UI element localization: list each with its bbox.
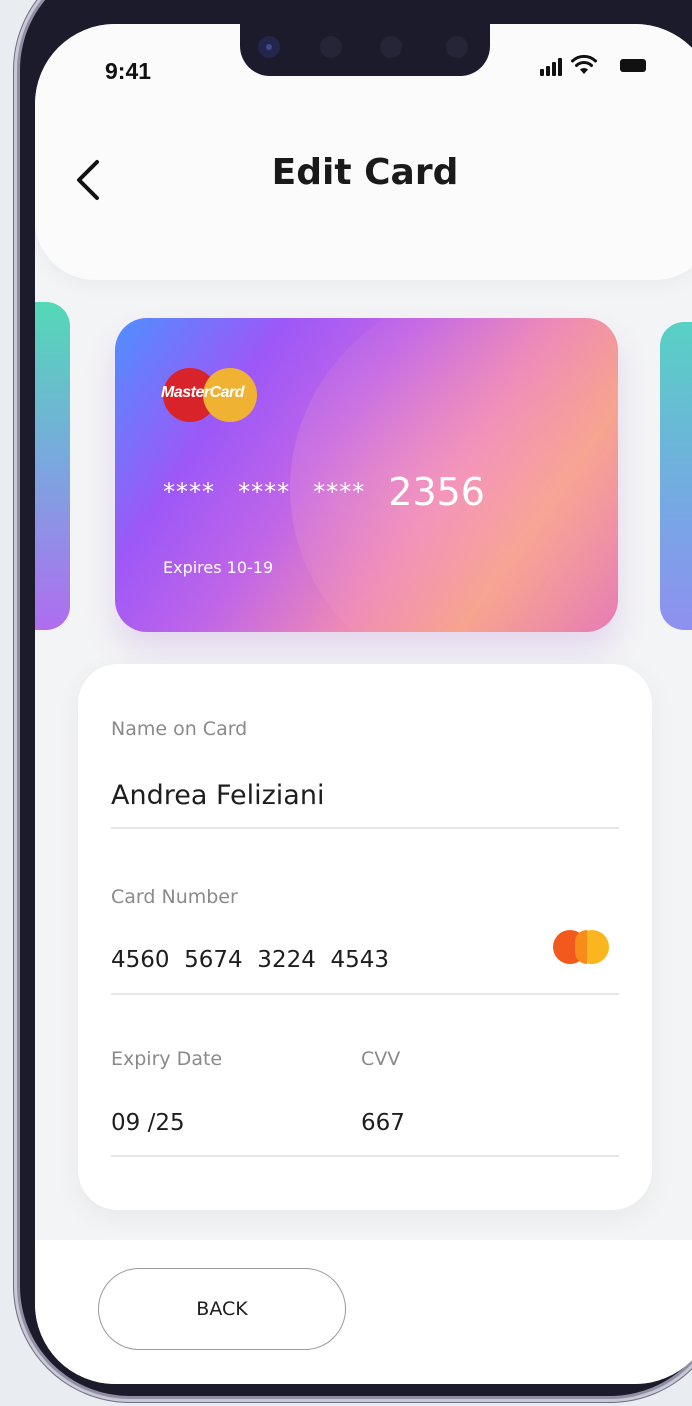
sensor — [380, 36, 402, 58]
card-number-input[interactable]: 4560 5674 3224 4543 — [111, 947, 389, 973]
mastercard-small-icon — [553, 930, 611, 966]
status-time: 9:41 — [105, 58, 152, 84]
name-label: Name on Card — [111, 718, 248, 740]
name-input[interactable]: Andrea Feliziani — [111, 780, 324, 811]
mask-group: **** — [163, 478, 215, 506]
phone-screen: 9:41 Edit Card MasterCard **** **** ****… — [35, 24, 692, 1384]
next-card-peek[interactable] — [660, 322, 692, 630]
expiry-label: Expiry Date — [111, 1048, 223, 1070]
card-number-underline — [111, 993, 619, 995]
wifi-icon — [571, 54, 597, 74]
card-brand-text: MasterCard — [161, 384, 245, 401]
sensor — [320, 36, 342, 58]
cvv-label: CVV — [361, 1048, 401, 1070]
credit-card[interactable]: MasterCard **** **** **** 2356 Expires 1… — [115, 318, 618, 632]
previous-card-peek[interactable] — [35, 302, 70, 630]
page-title: Edit Card — [271, 152, 459, 193]
card-last-four: 2356 — [388, 470, 485, 514]
card-expiry-text: Expires 10-19 — [163, 558, 274, 577]
card-number-masked: **** **** **** 2356 — [163, 470, 485, 514]
mask-group: **** — [313, 478, 366, 506]
expiry-input[interactable]: 09 /25 — [111, 1110, 185, 1136]
name-underline — [111, 827, 619, 829]
phone-notch — [240, 24, 490, 76]
edit-card-form: Name on Card Andrea Feliziani Card Numbe… — [78, 664, 652, 1210]
cvv-input[interactable]: 667 — [361, 1110, 405, 1136]
status-icons — [540, 54, 660, 78]
battery-icon — [620, 59, 646, 72]
mastercard-logo-icon: MasterCard — [161, 368, 259, 424]
sensor — [446, 36, 468, 58]
back-button[interactable]: BACK — [98, 1268, 346, 1350]
mask-group: **** — [238, 478, 291, 506]
scene: 9:41 Edit Card MasterCard **** **** ****… — [0, 0, 692, 1406]
front-camera — [258, 36, 280, 58]
expiry-cvv-underline — [111, 1155, 619, 1157]
card-number-label: Card Number — [111, 886, 238, 908]
